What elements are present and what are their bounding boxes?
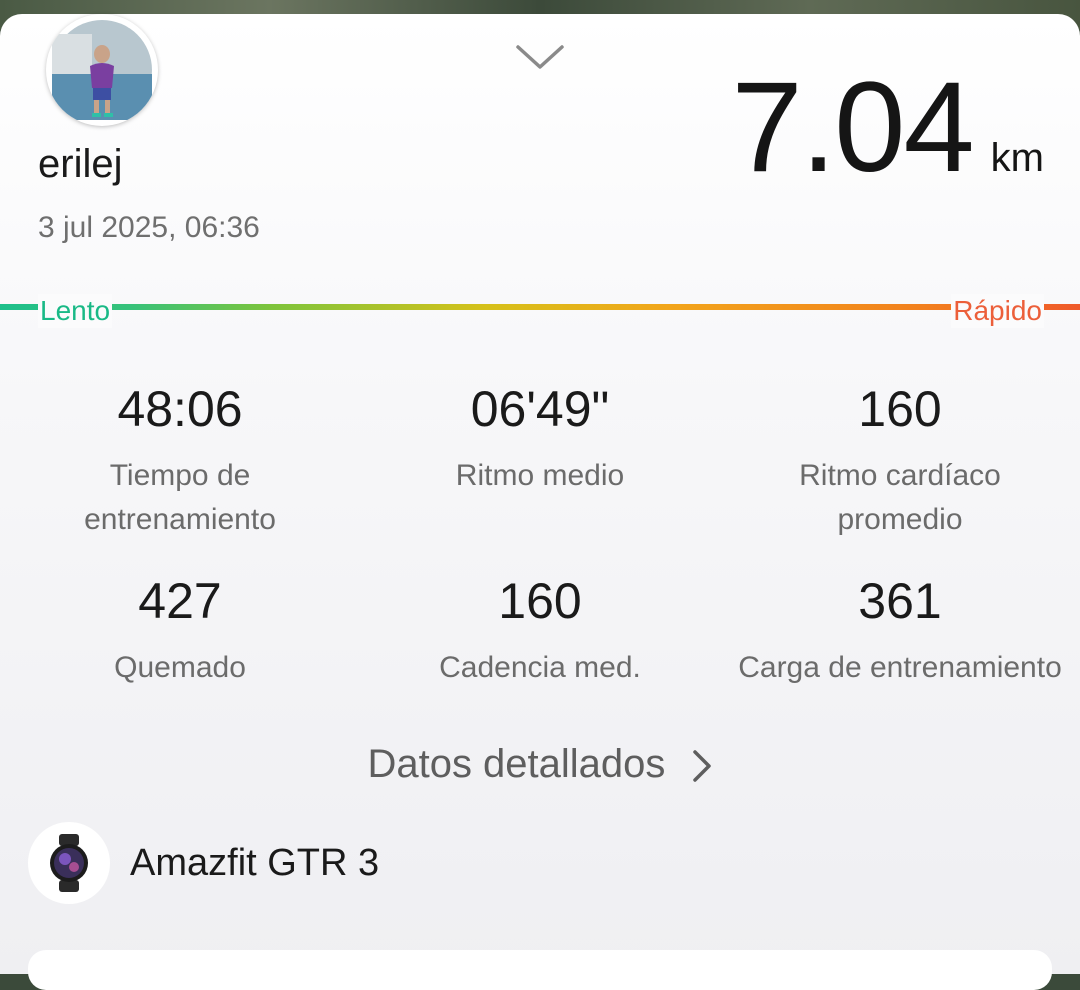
stat-average-cadence: 160 Cadencia med. [360,576,720,690]
pace-gradient-bar [0,304,1080,310]
device-row[interactable]: Amazfit GTR 3 [28,822,379,904]
stat-value: 427 [138,573,222,629]
detailed-data-link[interactable]: Datos detallados [0,742,1080,787]
distance-value: 7.04 [731,56,975,199]
stat-value: 160 [498,573,582,629]
stat-value: 361 [858,573,942,629]
pace-slow-label: Lento [38,294,113,328]
stat-label: Quemado [114,651,246,684]
stat-value: 160 [858,381,942,437]
stat-label: Cadencia med. [439,651,641,684]
stat-label: Tiempo de entrenamiento [84,459,276,536]
stat-value: 06'49" [470,381,610,437]
stat-average-pace: 06'49" Ritmo medio [360,384,720,498]
device-name: Amazfit GTR 3 [130,841,380,884]
stat-label: Ritmo cardíaco promedio [799,459,1001,536]
stat-value: 48:06 [117,381,243,437]
distance-unit: km [990,136,1044,180]
stat-training-time: 48:06 Tiempo de entrenamiento [0,384,360,542]
workout-datetime: 3 jul 2025, 06:36 [38,211,260,244]
stat-average-heart-rate: 160 Ritmo cardíaco promedio [720,384,1080,542]
stat-calories: 427 Quemado [0,576,360,690]
avatar[interactable] [46,14,158,126]
chevron-right-icon [692,750,711,783]
pace-fast-label: Rápido [951,294,1044,328]
chevron-down-icon [516,45,564,69]
detailed-data-label: Datos detallados [367,742,666,786]
next-card [28,950,1052,990]
username: erilej [38,142,123,186]
stat-label: Ritmo medio [455,459,625,492]
stat-label: Carga de entrenamiento [738,651,1062,684]
workout-summary-sheet: erilej 3 jul 2025, 06:36 7.04 km Lento R… [0,14,1080,990]
collapse-sheet-button[interactable] [512,40,568,74]
distance-display: 7.04 km [732,64,1044,192]
stat-training-load: 361 Carga de entrenamiento [720,576,1080,690]
smartwatch-icon [28,822,110,904]
